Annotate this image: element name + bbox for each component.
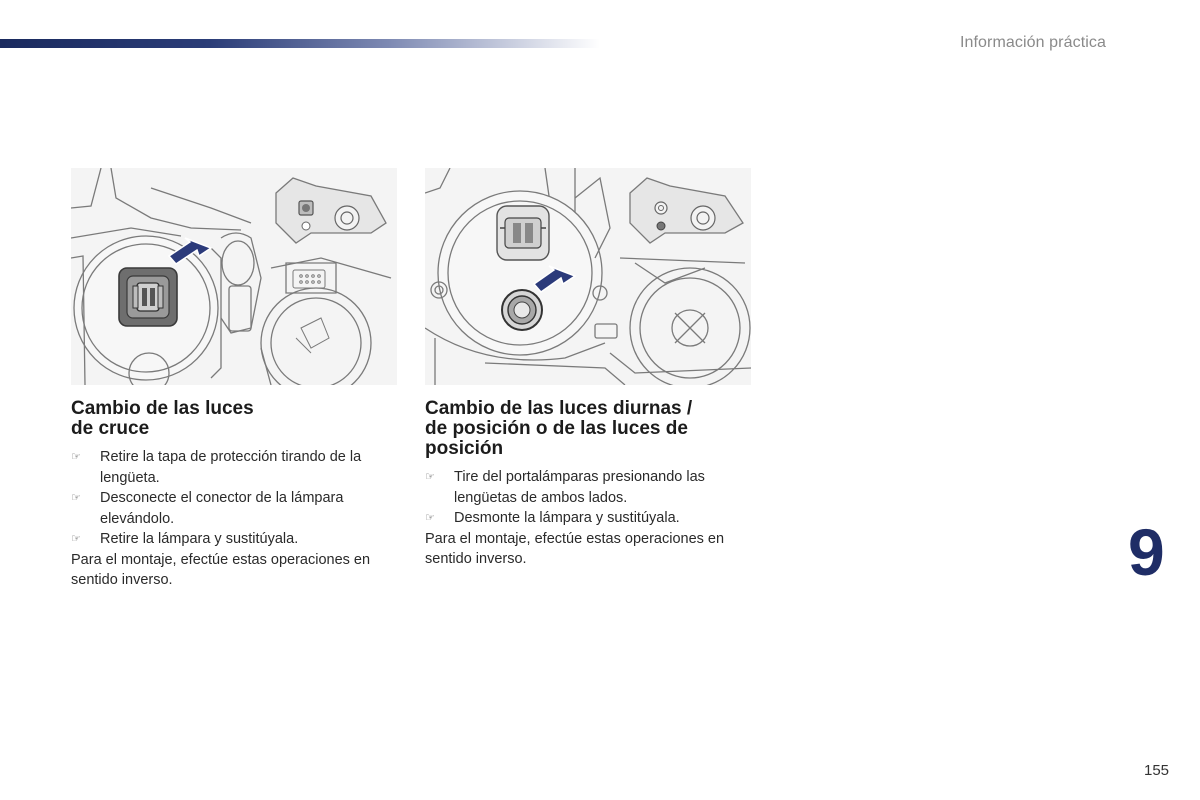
daytime-position-light-illustration — [425, 168, 751, 385]
list-item: ☞ Tire del portalámparas presionando las… — [425, 469, 705, 506]
list-item: ☞ Retire la tapa de protección tirando d… — [71, 449, 362, 486]
header-gradient-bar — [0, 39, 600, 48]
pointing-hand-icon: ☞ — [71, 532, 81, 545]
pointing-hand-icon: ☞ — [425, 470, 435, 483]
low-beam-section: Cambio de las luces de cruce ☞ Retire la… — [71, 399, 397, 591]
pointing-hand-icon: ☞ — [71, 450, 81, 463]
position-light-note: Para el montaje, efectúe estas operacion… — [425, 530, 725, 568]
pointing-hand-icon: ☞ — [71, 491, 81, 504]
low-beam-note: Para el montaje, efectúe estas operacion… — [71, 551, 371, 589]
page-number: 155 — [1144, 762, 1170, 779]
position-light-steps: ☞ Tire del portalámparas presionando las… — [425, 467, 751, 529]
section-title: Información práctica — [959, 34, 1106, 51]
low-beam-illustration — [71, 168, 397, 385]
list-item: ☞ Desconecte el conector de la lámpara e… — [71, 490, 344, 527]
low-beam-steps: ☞ Retire la tapa de protección tirando d… — [71, 447, 397, 550]
pointing-hand-icon: ☞ — [425, 511, 435, 524]
position-light-heading: Cambio de las luces diurnas / de posició… — [425, 398, 693, 459]
position-light-section: Cambio de las luces diurnas / de posició… — [425, 399, 751, 570]
list-item: ☞ Desmonte la lámpara y sustitúyala. — [425, 508, 751, 529]
chapter-number: 9 — [1128, 515, 1165, 589]
list-item: ☞ Retire la lámpara y sustitúyala. — [71, 529, 397, 550]
low-beam-heading: Cambio de las luces de cruce — [71, 398, 254, 439]
